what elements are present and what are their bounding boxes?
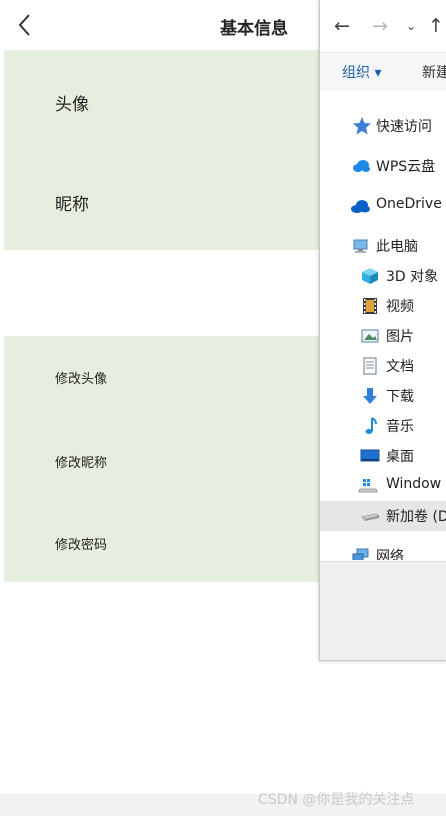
nav-item-this-pc[interactable]: 此电脑	[320, 231, 446, 261]
change-password-item[interactable]: 修改密码	[55, 534, 107, 553]
nav-item-onedrive[interactable]: OneDrive	[320, 191, 446, 221]
recent-dropdown-icon[interactable]: ⌄	[406, 14, 416, 38]
music-note-icon	[365, 417, 377, 434]
nav-item-3d-objects[interactable]: 3D 对象	[320, 261, 446, 291]
dialog-toolbar: 组织 ▾ 新建	[320, 52, 446, 92]
cloud-icon	[353, 160, 370, 172]
windows-drive-icon	[358, 479, 378, 493]
nav-item-documents[interactable]: 文档	[320, 351, 446, 381]
film-icon	[363, 298, 377, 314]
nav-item-label: 音乐	[386, 419, 414, 435]
navigation-pane: 快速访问 WPS云盘 OneDrive 此电脑 3D 对象 视频 图片 文档 下…	[320, 91, 446, 560]
nav-item-label: 新加卷 (D	[386, 509, 446, 525]
nav-item-new-volume-d[interactable]: 新加卷 (D	[320, 501, 446, 531]
nav-item-label: Window	[386, 476, 442, 492]
csdn-watermark: CSDN @你是我的关注点	[258, 792, 415, 808]
cloud-icon	[351, 200, 370, 213]
change-nickname-item[interactable]: 修改昵称	[55, 452, 107, 471]
chevron-left-icon	[18, 14, 30, 36]
avatar-label: 头像	[55, 95, 89, 115]
nav-item-quick-access[interactable]: 快速访问	[320, 111, 446, 141]
document-icon	[363, 357, 377, 375]
cube-icon	[362, 268, 378, 284]
nav-item-downloads[interactable]: 下载	[320, 381, 446, 411]
nav-item-label: 桌面	[386, 449, 414, 465]
up-arrow-icon[interactable]: ↑	[428, 14, 444, 38]
star-icon	[353, 117, 371, 135]
computer-icon	[353, 239, 368, 253]
change-avatar-item[interactable]: 修改头像	[55, 368, 107, 387]
nav-item-label: 视频	[386, 299, 414, 315]
new-folder-button[interactable]: 新建	[422, 62, 446, 82]
nav-item-label: 文档	[386, 359, 414, 375]
nav-item-wps-cloud[interactable]: WPS云盘	[320, 151, 446, 181]
drive-icon	[360, 513, 380, 521]
nickname-label: 昵称	[55, 195, 89, 215]
nav-item-desktop[interactable]: 桌面	[320, 441, 446, 471]
forward-arrow-icon[interactable]: →	[372, 14, 388, 38]
nav-item-label: 3D 对象	[386, 269, 439, 285]
nav-item-label: WPS云盘	[376, 159, 436, 175]
nav-item-label: 网络	[376, 549, 404, 560]
picture-icon	[361, 329, 379, 343]
download-arrow-icon	[363, 388, 377, 404]
nav-item-network[interactable]: 网络	[320, 541, 446, 560]
network-icon	[352, 548, 369, 560]
nav-item-label: 图片	[386, 329, 414, 345]
nav-item-label: 下载	[386, 389, 414, 405]
file-open-dialog: ← → ⌄ ↑ 组织 ▾ 新建 快速访问 WPS云盘	[319, 0, 446, 661]
nav-item-label: OneDrive	[376, 196, 442, 212]
nav-item-label: 此电脑	[376, 239, 418, 255]
nav-item-label: 快速访问	[376, 119, 432, 135]
dialog-footer	[320, 561, 446, 660]
nav-item-videos[interactable]: 视频	[320, 291, 446, 321]
dialog-navbar: ← → ⌄ ↑	[320, 0, 446, 52]
nav-item-pictures[interactable]: 图片	[320, 321, 446, 351]
nav-item-music[interactable]: 音乐	[320, 411, 446, 441]
desktop-icon	[360, 449, 380, 462]
nav-item-windows-drive[interactable]: Window	[320, 471, 446, 501]
organize-menu-button[interactable]: 组织 ▾	[342, 62, 381, 82]
back-button[interactable]	[14, 12, 38, 38]
back-arrow-icon[interactable]: ←	[334, 14, 350, 38]
